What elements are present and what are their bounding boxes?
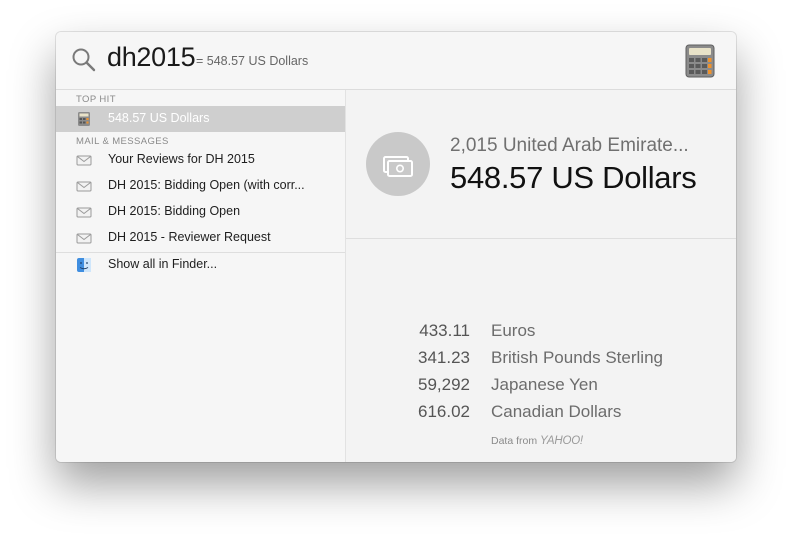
search-icon	[72, 48, 96, 72]
conversion-row: 59,292 Japanese Yen	[346, 375, 736, 401]
finder-icon	[77, 258, 91, 272]
conversion-currency: Japanese Yen	[491, 375, 598, 394]
mail-item-label: Your Reviews for DH 2015	[108, 152, 255, 166]
conversion-amount: 433.11	[419, 321, 470, 340]
yahoo-logo[interactable]: YAHOO!	[540, 435, 583, 447]
mail-messages-header: MAIL & MESSAGES	[76, 136, 169, 147]
conversion-row: 433.11 Euros	[346, 321, 736, 347]
envelope-icon	[76, 233, 92, 244]
envelope-icon	[76, 155, 92, 166]
conversion-result: 548.57 US Dollars	[450, 160, 697, 195]
envelope-icon	[76, 181, 92, 192]
conversion-currency: British Pounds Sterling	[491, 348, 663, 367]
mail-item-label: DH 2015: Bidding Open	[108, 204, 241, 218]
envelope-icon	[76, 207, 92, 218]
conversion-amount: 341.23	[418, 348, 470, 367]
spotlight-window: dh2015 = 548.57 US Dollars TOP HIT 548.5…	[56, 32, 736, 462]
conversion-currency: Euros	[491, 321, 536, 340]
data-attribution[interactable]: Data from YAHOO!	[491, 435, 583, 447]
calculator-icon	[78, 112, 90, 126]
conversion-amount: 59,292	[418, 375, 470, 394]
inline-result: = 548.57 US Dollars	[196, 54, 309, 68]
results-list: TOP HIT 548.57 US Dollars MAIL & MESSAGE…	[56, 90, 346, 462]
preview-divider	[346, 238, 736, 239]
show-all-in-finder[interactable]: Show all in Finder...	[56, 252, 345, 278]
top-hit-label: 548.57 US Dollars	[108, 111, 210, 125]
top-hit-item[interactable]: 548.57 US Dollars	[56, 106, 345, 132]
conversion-source: 2,015 United Arab Emirate...	[450, 135, 689, 156]
search-input[interactable]: dh2015	[107, 42, 196, 73]
mail-item[interactable]: DH 2015: Bidding Open	[56, 199, 345, 225]
mail-item[interactable]: Your Reviews for DH 2015	[56, 147, 345, 173]
conversion-amount: 616.02	[418, 402, 470, 421]
search-bar[interactable]: dh2015 = 548.57 US Dollars	[56, 32, 736, 90]
data-from-label: Data from	[491, 435, 538, 447]
mail-item[interactable]: DH 2015 - Reviewer Request	[56, 225, 345, 251]
mail-item-label: DH 2015: Bidding Open (with corr...	[108, 178, 305, 192]
top-hit-header: TOP HIT	[76, 94, 116, 105]
conversion-row: 341.23 British Pounds Sterling	[346, 348, 736, 374]
banknotes-icon	[383, 156, 413, 177]
show-all-label: Show all in Finder...	[108, 257, 218, 271]
calculator-icon	[685, 44, 715, 78]
conversion-currency: Canadian Dollars	[491, 402, 622, 421]
conversion-row: 616.02 Canadian Dollars	[346, 402, 736, 428]
mail-item-label: DH 2015 - Reviewer Request	[108, 230, 271, 244]
mail-item[interactable]: DH 2015: Bidding Open (with corr...	[56, 173, 345, 199]
currency-badge	[366, 132, 430, 196]
preview-pane: 2,015 United Arab Emirate... 548.57 US D…	[346, 90, 736, 462]
